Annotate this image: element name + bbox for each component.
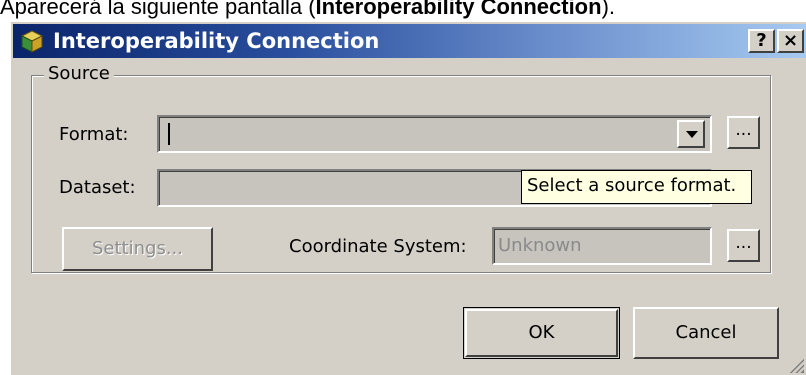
app-icon <box>20 30 44 53</box>
format-browse-button[interactable]: ... <box>727 116 760 149</box>
caption-suffix: ). <box>601 0 616 19</box>
coordinate-browse-button[interactable]: ... <box>727 229 760 262</box>
caption-prefix: Aparecerá la siguiente pantalla ( <box>0 0 316 19</box>
chevron-down-icon <box>686 131 698 138</box>
coordinate-system-label: Coordinate System: <box>289 236 467 257</box>
window-title: Interoperability Connection <box>53 29 380 53</box>
settings-button[interactable]: Settings... <box>62 227 213 271</box>
help-button[interactable]: ? <box>748 29 775 53</box>
format-tooltip: Select a source format. <box>521 170 752 204</box>
ok-button[interactable]: OK <box>465 309 618 357</box>
source-group-label: Source <box>44 63 114 85</box>
text-caret <box>168 123 170 145</box>
close-button[interactable]: × <box>777 29 804 53</box>
resize-grip-icon[interactable] <box>788 357 804 373</box>
coordinate-system-value: Unknown <box>498 235 582 256</box>
format-label: Format: <box>59 124 129 145</box>
format-combobox[interactable] <box>157 115 712 153</box>
format-dropdown-button[interactable] <box>677 120 705 148</box>
dataset-label: Dataset: <box>59 177 136 198</box>
caption-bold: Interoperability Connection <box>315 0 602 19</box>
coordinate-system-field[interactable]: Unknown <box>492 227 712 265</box>
cancel-button[interactable]: Cancel <box>633 307 779 359</box>
title-bar[interactable]: Interoperability Connection ? × <box>13 24 806 58</box>
page-caption: Aparecerá la siguiente pantalla (Interop… <box>0 0 806 20</box>
